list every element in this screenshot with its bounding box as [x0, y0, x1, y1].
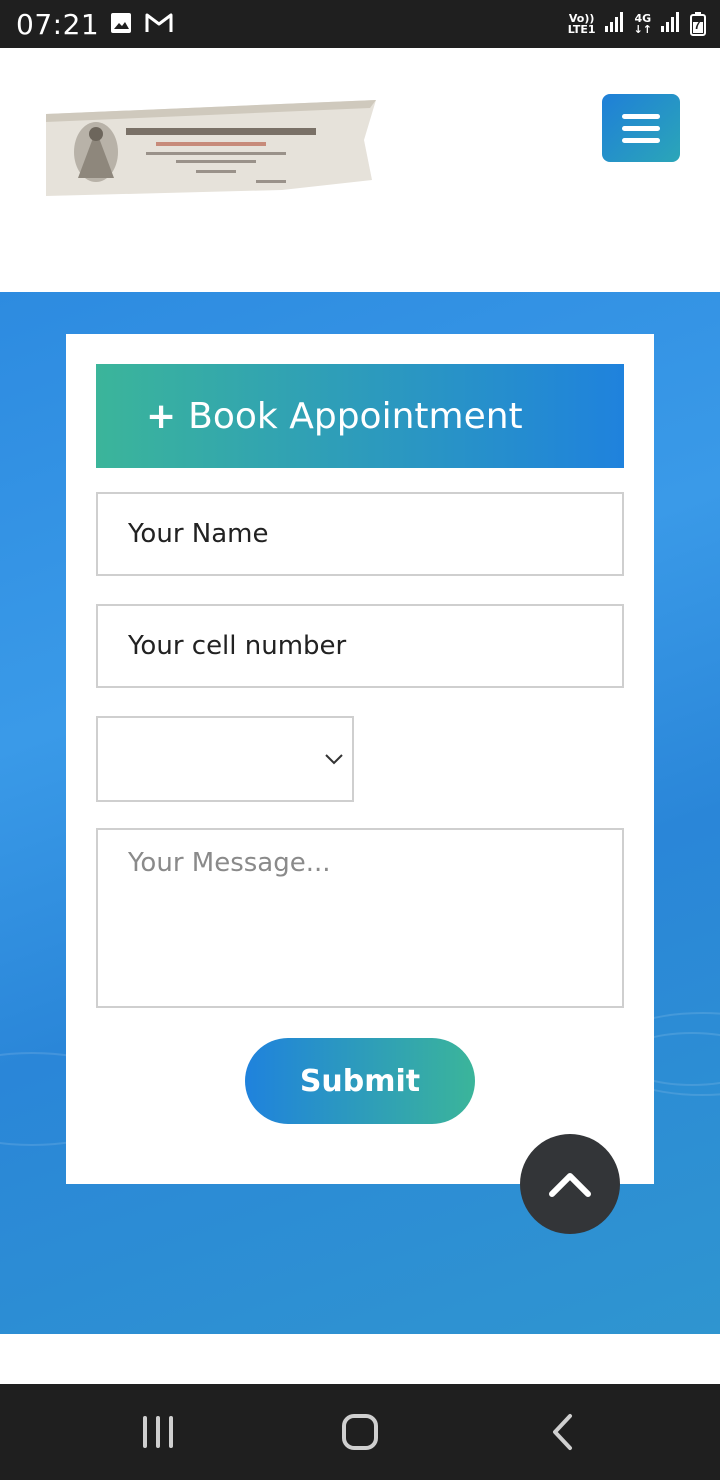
- menu-button[interactable]: [602, 94, 680, 162]
- volte-icon: Vo)) LTE1: [567, 12, 596, 36]
- recents-icon[interactable]: [128, 1412, 188, 1452]
- system-navigation-bar: [0, 1384, 720, 1480]
- chevron-up-icon: [549, 1173, 591, 1197]
- image-icon: [110, 12, 132, 39]
- battery-icon: 7: [690, 12, 706, 36]
- status-bar: 07:21 Vo)) LTE1 4G ↓↑ 7: [0, 0, 720, 48]
- scroll-to-top-button[interactable]: [520, 1134, 620, 1234]
- service-select[interactable]: [96, 716, 354, 802]
- plus-icon: +: [146, 395, 177, 437]
- hamburger-icon: [622, 113, 660, 119]
- 4g-icon: 4G ↓↑: [633, 12, 652, 36]
- name-input[interactable]: Your Name: [96, 492, 624, 576]
- status-time: 07:21: [16, 8, 100, 41]
- home-icon[interactable]: [330, 1412, 390, 1452]
- gmail-icon: [145, 12, 173, 39]
- clinic-logo[interactable]: [46, 100, 376, 196]
- signal-icon: [604, 11, 626, 38]
- submit-button[interactable]: Submit: [245, 1038, 475, 1124]
- cell-number-input[interactable]: Your cell number: [96, 604, 624, 688]
- back-icon[interactable]: [532, 1412, 592, 1452]
- book-appointment-heading: + Book Appointment: [96, 364, 624, 468]
- heading-label: Book Appointment: [188, 395, 523, 437]
- signal-icon: [660, 11, 682, 38]
- message-textarea[interactable]: Your Message...: [96, 828, 624, 1008]
- chevron-down-icon: [324, 752, 344, 771]
